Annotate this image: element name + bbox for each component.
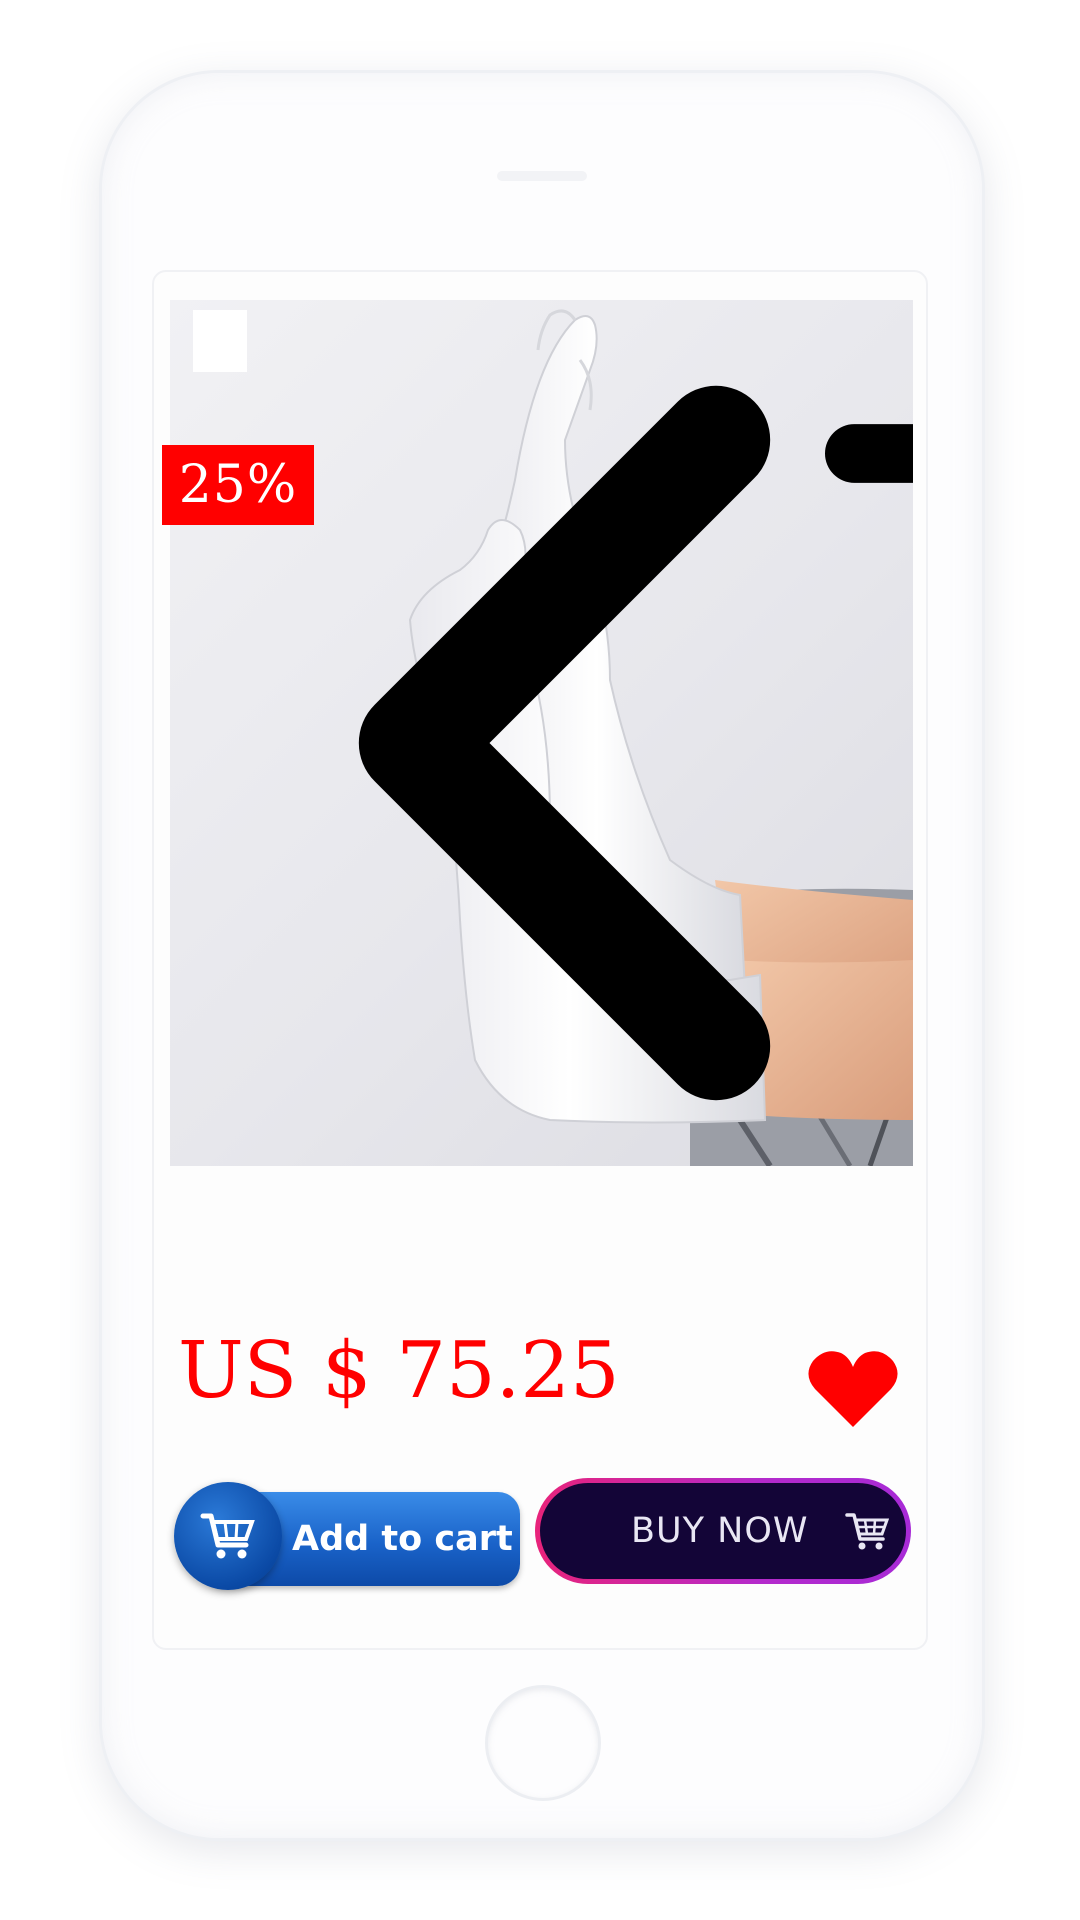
- back-button[interactable]: [193, 310, 771, 1101]
- add-to-cart-label: Add to cart: [292, 1519, 513, 1559]
- shopping-cart-icon: [825, 424, 913, 483]
- add-to-cart-icon-circle: [174, 1482, 282, 1590]
- buy-now-label: BUY NOW: [631, 1511, 809, 1551]
- chevron-left-icon: [358, 385, 771, 1101]
- buy-now-button[interactable]: BUY NOW: [535, 1478, 911, 1584]
- cart-icon: [845, 1513, 889, 1550]
- add-to-cart-button[interactable]: Add to cart: [174, 1482, 520, 1590]
- phone-speaker: [497, 171, 587, 181]
- cart-icon: [200, 1513, 255, 1559]
- home-button[interactable]: [485, 1685, 601, 1801]
- product-image: [170, 300, 913, 1166]
- app-stage: 25% US $ 75.25 Add to cart BUY NOW: [0, 0, 1080, 1920]
- cart-button[interactable]: [825, 304, 913, 483]
- heart-icon: [808, 1351, 898, 1427]
- discount-badge: 25%: [162, 445, 314, 525]
- product-price: US $ 75.25: [178, 1326, 620, 1416]
- wishlist-button[interactable]: [807, 1347, 899, 1431]
- product-screen: 25% US $ 75.25 Add to cart BUY NOW: [152, 270, 928, 1650]
